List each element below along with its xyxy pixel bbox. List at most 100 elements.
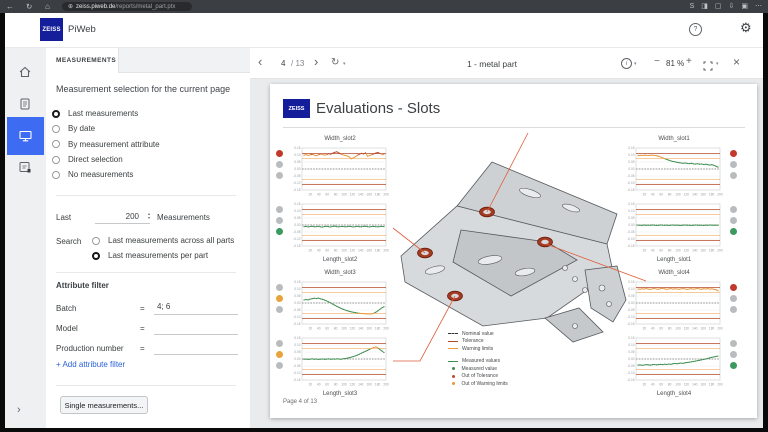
radio-direct-selection[interactable]: Direct selection	[52, 152, 160, 167]
last-label: Last	[56, 213, 71, 222]
rail-expand-chevron[interactable]: ›	[17, 404, 21, 416]
refresh-dropdown-caret[interactable]: ▾	[343, 61, 346, 67]
page-next-button[interactable]: ›	[314, 54, 318, 69]
svg-text:200: 200	[717, 327, 723, 331]
fit-dropdown-caret[interactable]: ▾	[716, 61, 719, 67]
radio-no-measurements[interactable]: No measurements	[52, 167, 160, 182]
info-icon[interactable]: i	[621, 58, 632, 69]
svg-text:0.00: 0.00	[628, 223, 634, 227]
svg-text:100: 100	[675, 383, 681, 387]
chart-Length_slot4: 0.150.100.050.00-0.05-0.10-0.15204060801…	[622, 336, 726, 390]
fit-to-window-icon[interactable]	[703, 58, 713, 76]
stepper-icon[interactable]: ▴▾	[148, 212, 150, 219]
overflow-menu-icon[interactable]: ⋯	[755, 0, 762, 13]
single-measurements-button[interactable]: Single measurements...	[60, 396, 148, 414]
svg-text:20: 20	[643, 383, 647, 387]
radio-by-measurement-attribute[interactable]: By measurement attribute	[52, 137, 160, 152]
search-radio-last-measurements-across-all-parts[interactable]: Last measurements across all parts	[92, 233, 234, 248]
add-attribute-filter-link[interactable]: + Add attribute filter	[56, 360, 125, 369]
filter-operator[interactable]: =	[140, 304, 154, 315]
traffic-light-gray	[276, 206, 283, 213]
svg-text:80: 80	[334, 249, 338, 253]
svg-text:40: 40	[317, 383, 321, 387]
info-dropdown-caret[interactable]: ▾	[634, 61, 637, 67]
chart-title-Length_slot2: Length_slot2	[288, 257, 392, 263]
svg-text:40: 40	[651, 193, 655, 197]
svg-text:0.05: 0.05	[294, 216, 300, 220]
radio-icon[interactable]	[52, 110, 60, 118]
traffic-light-gray	[730, 306, 737, 313]
traffic-light-gray	[730, 206, 737, 213]
filter-value-input[interactable]: 4; 6	[154, 302, 238, 315]
zoom-level[interactable]: 81 %	[666, 59, 684, 68]
panel-icon[interactable]: ◨	[701, 0, 708, 13]
svg-text:0.10: 0.10	[294, 153, 300, 157]
chart-Length_slot1: 0.150.100.050.00-0.05-0.10-0.15204060801…	[622, 202, 726, 256]
sidebar-item-forms[interactable]	[12, 154, 38, 180]
svg-text:20: 20	[309, 327, 313, 331]
sidebar-item-home[interactable]	[12, 59, 38, 85]
window-icon[interactable]: ▢	[715, 0, 722, 13]
search-radio-last-measurements-per-part[interactable]: Last measurements per part	[92, 248, 234, 263]
s-badge-icon[interactable]: S	[690, 0, 695, 13]
legend-label: Measured value	[462, 366, 498, 372]
browser-reload-icon[interactable]: ↻	[26, 0, 32, 13]
svg-text:40: 40	[317, 193, 321, 197]
svg-text:-0.15: -0.15	[293, 322, 300, 326]
radio-icon[interactable]	[52, 140, 60, 148]
radio-icon[interactable]	[92, 237, 100, 245]
sidebar-item-reports[interactable]	[12, 91, 38, 117]
browser-home-icon[interactable]: ⌂	[45, 0, 50, 13]
svg-text:0.10: 0.10	[628, 153, 634, 157]
last-count-input[interactable]: 200 ▴▾	[95, 209, 150, 224]
chart-Length_slot2: 0.150.100.050.00-0.05-0.10-0.15204060801…	[288, 202, 392, 256]
svg-text:180: 180	[709, 249, 715, 253]
page-number-input[interactable]: 4	[281, 59, 285, 68]
radio-by-date[interactable]: By date	[52, 121, 160, 136]
svg-text:100: 100	[341, 383, 347, 387]
address-bar[interactable]: ⊕ zeiss.piweb.de/reports/metal_part.ptx	[62, 2, 192, 11]
svg-text:20: 20	[643, 193, 647, 197]
legend-item: Measured values	[448, 358, 508, 366]
settings-gear-icon[interactable]: ⚙	[740, 21, 752, 34]
chart-Width_slot1: 0.150.100.050.00-0.05-0.10-0.15204060801…	[622, 146, 726, 200]
svg-text:160: 160	[367, 249, 373, 253]
radio-label: Last measurements per part	[108, 251, 208, 260]
radio-icon[interactable]	[52, 125, 60, 133]
svg-text:-0.15: -0.15	[293, 244, 300, 248]
browser-back-icon[interactable]: ←	[6, 0, 14, 13]
page-previous-button[interactable]: ‹	[258, 54, 262, 69]
svg-text:20: 20	[309, 249, 313, 253]
svg-text:0.00: 0.00	[628, 357, 634, 361]
filter-value-input[interactable]	[154, 322, 238, 335]
chart-Width_slot4: 0.150.100.050.00-0.05-0.10-0.15204060801…	[622, 280, 726, 334]
download-icon[interactable]: ⇩	[729, 0, 735, 13]
radio-last-measurements[interactable]: Last measurements	[52, 106, 160, 121]
help-icon[interactable]: ?	[689, 23, 702, 36]
site-info-icon[interactable]: ⊕	[68, 3, 73, 10]
svg-text:160: 160	[701, 249, 707, 253]
svg-text:0.15: 0.15	[294, 280, 300, 284]
svg-text:180: 180	[375, 249, 381, 253]
filter-value-input[interactable]	[154, 342, 238, 355]
radio-icon[interactable]	[52, 171, 60, 179]
svg-text:160: 160	[701, 327, 707, 331]
tab-strip	[118, 48, 250, 73]
app-window: ← ↻ ⌂ ⊕ zeiss.piweb.de/reports/metal_par…	[0, 0, 768, 432]
svg-text:0.10: 0.10	[294, 209, 300, 213]
refresh-icon[interactable]: ↻	[331, 57, 339, 68]
zoom-in-button[interactable]: +	[686, 56, 692, 67]
filter-operator[interactable]: =	[140, 344, 154, 355]
sidebar-item-viewer-selected[interactable]	[7, 117, 44, 155]
tab-measurements[interactable]: MEASUREMENTS	[46, 48, 118, 73]
radio-icon[interactable]	[52, 156, 60, 164]
close-report-icon[interactable]: ×	[733, 55, 740, 69]
copy-icon[interactable]: ▣	[741, 0, 748, 13]
zoom-out-button[interactable]: −	[654, 56, 660, 67]
measurement-selection-radios: Last measurementsBy dateBy measurement a…	[52, 106, 160, 182]
home-icon	[18, 65, 32, 79]
radio-icon[interactable]	[92, 252, 100, 260]
filter-operator[interactable]: =	[140, 324, 154, 335]
svg-text:0.00: 0.00	[294, 357, 300, 361]
svg-text:0.15: 0.15	[628, 146, 634, 150]
